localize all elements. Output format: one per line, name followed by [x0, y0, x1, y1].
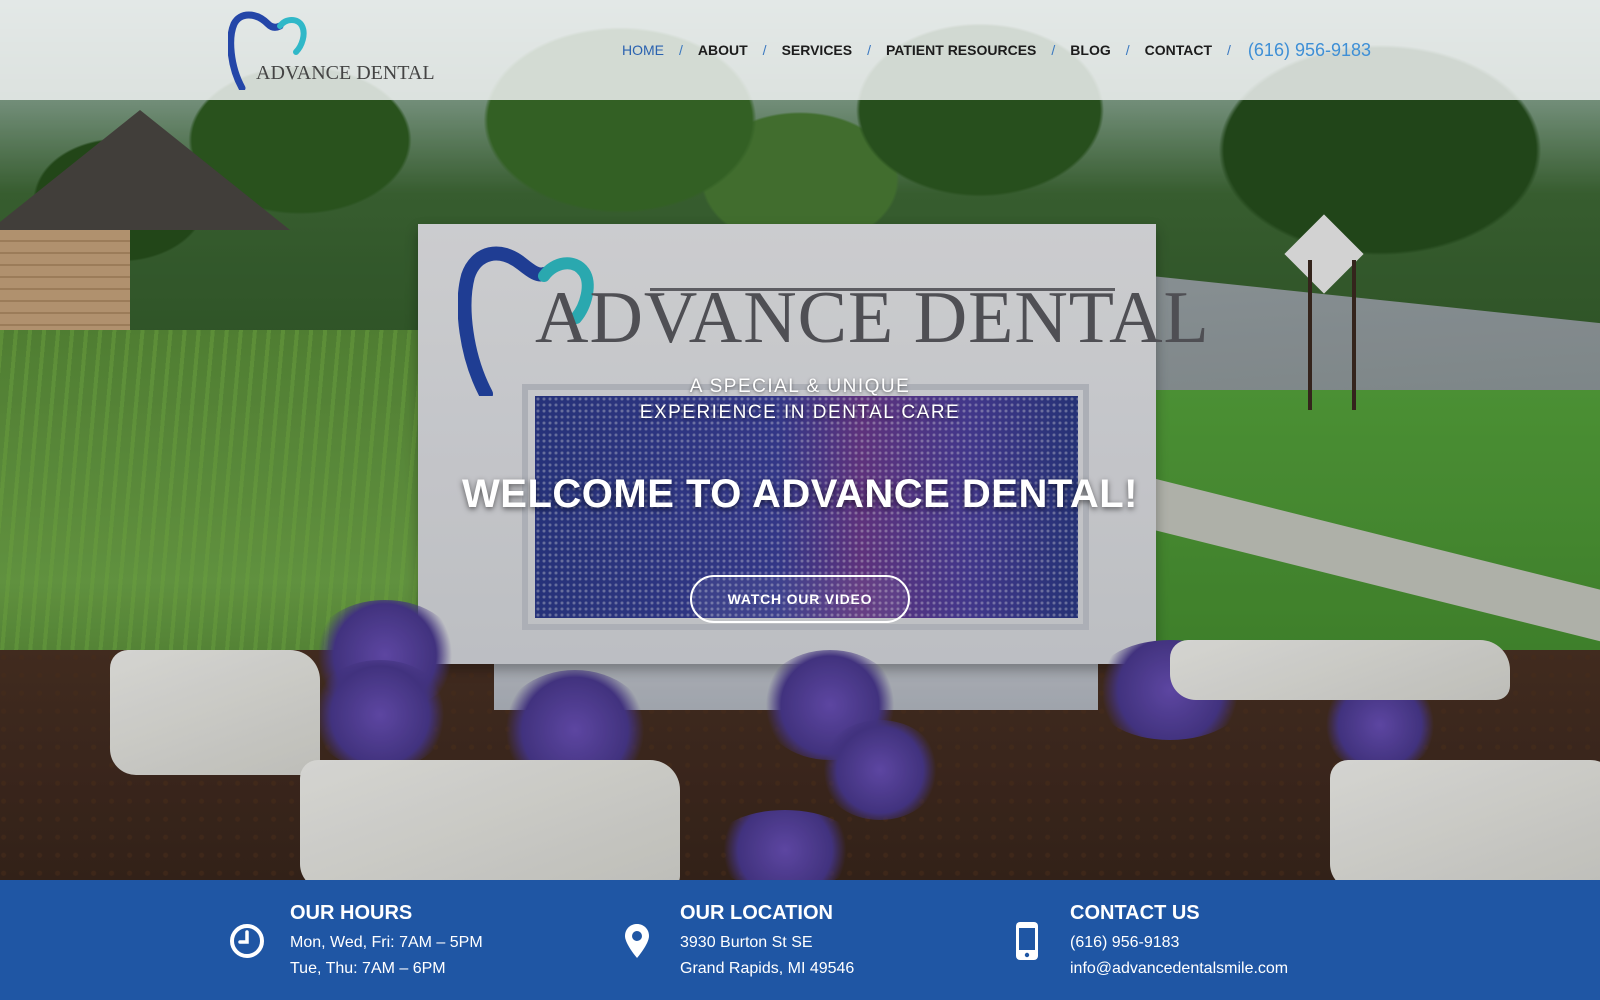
watch-video-button[interactable]: WATCH OUR VIDEO [690, 575, 910, 623]
nav-patient-resources[interactable]: PATIENT RESOURCES [886, 42, 1036, 58]
site-logo[interactable]: ADVANCE DENTAL [228, 10, 435, 90]
nav-home[interactable]: HOME [622, 42, 664, 58]
nav-services[interactable]: SERVICES [782, 42, 853, 58]
nav-blog[interactable]: BLOG [1070, 42, 1110, 58]
site-header: ADVANCE DENTAL HOME / ABOUT / SERVICES /… [0, 0, 1600, 100]
nav-separator: / [762, 42, 767, 58]
nav-contact[interactable]: CONTACT [1145, 42, 1212, 58]
address-line[interactable]: 3930 Burton St SE [680, 934, 813, 952]
contact-title: CONTACT US [1070, 902, 1200, 924]
clock-icon [230, 924, 264, 958]
phone-icon [1016, 922, 1038, 960]
hero-overlay [0, 0, 1600, 880]
location-section: OUR LOCATION 3930 Burton St SE Grand Rap… [618, 880, 958, 1000]
hours-title: OUR HOURS [290, 902, 413, 924]
contact-section: CONTACT US (616) 956-9183 info@advancede… [1008, 880, 1388, 1000]
logo-text: ADVANCE DENTAL [256, 62, 435, 84]
nav-about[interactable]: ABOUT [698, 42, 748, 58]
hours-line: Tue, Thu: 7AM – 6PM [290, 960, 446, 977]
nav-separator: / [1051, 42, 1056, 58]
contact-phone[interactable]: (616) 956-9183 [1070, 934, 1179, 952]
nav-separator: / [1227, 42, 1231, 58]
location-title: OUR LOCATION [680, 902, 833, 924]
hero-tagline-line1: A SPECIAL & UNIQUE [689, 376, 911, 397]
info-bar: OUR HOURS Mon, Wed, Fri: 7AM – 5PM Tue, … [0, 880, 1600, 1000]
nav-phone-link[interactable]: (616) 956-9183 [1248, 40, 1371, 61]
hero-title: WELCOME TO ADVANCE DENTAL! [462, 472, 1138, 516]
nav-separator: / [1125, 42, 1130, 58]
main-nav: HOME / ABOUT / SERVICES / PATIENT RESOUR… [622, 0, 1371, 100]
contact-email[interactable]: info@advancedentalsmile.com [1070, 960, 1288, 978]
hours-line: Mon, Wed, Fri: 7AM – 5PM [290, 934, 483, 951]
hours-section: OUR HOURS Mon, Wed, Fri: 7AM – 5PM Tue, … [228, 880, 568, 1000]
nav-separator: / [679, 42, 683, 58]
map-pin-icon [625, 924, 649, 958]
hero-tagline-line2: EXPERIENCE IN DENTAL CARE [639, 402, 961, 423]
nav-separator: / [867, 42, 871, 58]
hero-tagline: A SPECIAL & UNIQUE EXPERIENCE IN DENTAL … [600, 374, 1000, 426]
address-line[interactable]: Grand Rapids, MI 49546 [680, 960, 854, 978]
